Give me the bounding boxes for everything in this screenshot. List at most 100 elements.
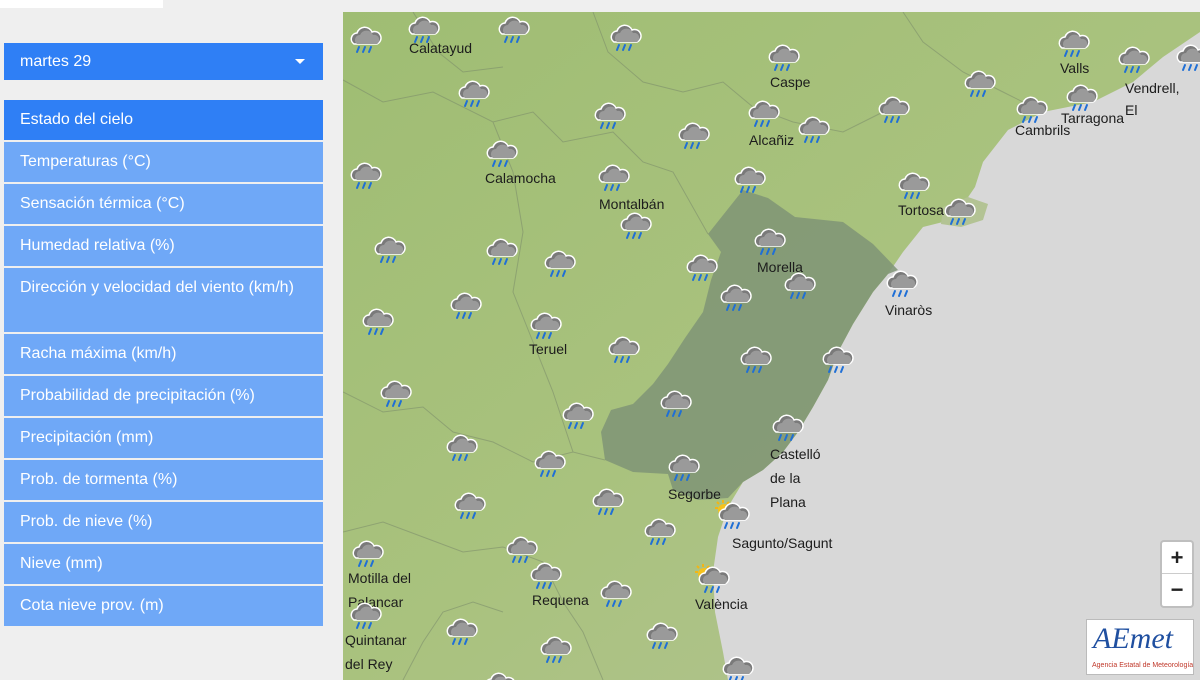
place-quintanar-2: del Rey	[345, 656, 393, 672]
cloud-rain-icon[interactable]	[717, 652, 757, 680]
cloud-rain-icon[interactable]	[603, 332, 643, 364]
cloud-rain-icon[interactable]	[673, 118, 713, 150]
logo-text: AEmet	[1093, 622, 1173, 655]
cloud-rain-icon[interactable]	[1011, 92, 1051, 124]
cloud-rain-icon[interactable]	[525, 308, 565, 340]
menu-item-humedad[interactable]: Humedad relativa (%)	[4, 226, 323, 266]
cloud-rain-icon[interactable]	[959, 66, 999, 98]
top-strip	[0, 0, 163, 8]
cloud-rain-icon[interactable]	[535, 632, 575, 664]
weather-map[interactable]: Calatayud Caspe Valls Vendrell, El Tarra…	[343, 12, 1200, 680]
cloud-rain-icon[interactable]	[681, 250, 721, 282]
cloud-rain-icon[interactable]	[639, 514, 679, 546]
place-vendrell: Vendrell,	[1125, 80, 1180, 96]
cloud-rain-icon[interactable]	[529, 446, 569, 478]
place-alcaniz: Alcañiz	[749, 132, 795, 148]
place-motilla-1: Motilla del	[348, 570, 412, 586]
cloud-rain-icon[interactable]	[525, 558, 565, 590]
chevron-down-icon	[295, 59, 305, 64]
menu-item-prob-precipitacion[interactable]: Probabilidad de precipitación (%)	[4, 376, 323, 416]
cloud-rain-icon[interactable]	[749, 224, 789, 256]
cloud-rain-icon[interactable]	[539, 246, 579, 278]
cloud-rain-icon[interactable]	[881, 266, 921, 298]
cloud-rain-icon[interactable]	[481, 136, 521, 168]
zoom-in-button[interactable]: +	[1162, 542, 1192, 574]
place-quintanar-1: Quintanar	[345, 632, 407, 648]
cloud-rain-icon[interactable]	[481, 234, 521, 266]
menu-item-cota-nieve[interactable]: Cota nieve prov. (m)	[4, 586, 323, 626]
sun-cloud-rain-icon[interactable]	[713, 498, 753, 530]
cloud-rain-icon[interactable]	[1061, 80, 1101, 112]
logo-subtitle: Agencia Estatal de Meteorología	[1092, 662, 1194, 669]
place-teruel: Teruel	[529, 341, 568, 357]
cloud-rain-icon[interactable]	[615, 208, 655, 240]
menu-item-temperaturas[interactable]: Temperaturas (°C)	[4, 142, 323, 182]
date-select-label: martes 29	[20, 52, 92, 70]
cloud-rain-icon[interactable]	[479, 668, 519, 680]
menu-item-prob-nieve[interactable]: Prob. de nieve (%)	[4, 502, 323, 542]
aemet-logo[interactable]: AEmet Agencia Estatal de Meteorología	[1086, 619, 1194, 675]
menu-item-precipitacion[interactable]: Precipitación (mm)	[4, 418, 323, 458]
place-valls: Valls	[1060, 60, 1090, 76]
cloud-rain-icon[interactable]	[767, 410, 807, 442]
cloud-rain-icon[interactable]	[347, 536, 387, 568]
place-castello-1: Castelló	[770, 446, 821, 462]
menu-item-prob-tormenta[interactable]: Prob. de tormenta (%)	[4, 460, 323, 500]
sun-cloud-rain-icon[interactable]	[693, 562, 733, 594]
cloud-rain-icon[interactable]	[715, 280, 755, 312]
cloud-rain-icon[interactable]	[779, 268, 819, 300]
cloud-rain-icon[interactable]	[735, 342, 775, 374]
cloud-rain-icon[interactable]	[441, 614, 481, 646]
cloud-rain-icon[interactable]	[345, 158, 385, 190]
cloud-rain-icon[interactable]	[441, 430, 481, 462]
menu-item-sensacion-termica[interactable]: Sensación térmica (°C)	[4, 184, 323, 224]
place-vinaros: Vinaròs	[885, 302, 933, 318]
cloud-rain-icon[interactable]	[641, 618, 681, 650]
date-select[interactable]: martes 29	[4, 43, 323, 80]
cloud-rain-icon[interactable]	[729, 162, 769, 194]
cloud-rain-icon[interactable]	[1113, 42, 1153, 74]
cloud-rain-icon[interactable]	[453, 76, 493, 108]
cloud-rain-icon[interactable]	[655, 386, 695, 418]
cloud-rain-icon[interactable]	[445, 288, 485, 320]
place-requena: Requena	[532, 592, 589, 608]
zoom-out-button[interactable]: −	[1162, 574, 1192, 606]
place-valencia: València	[695, 596, 748, 612]
place-calamocha: Calamocha	[485, 170, 556, 186]
place-castello-2: de la	[770, 470, 801, 486]
cloud-rain-icon[interactable]	[345, 22, 385, 54]
cloud-rain-icon[interactable]	[345, 598, 385, 630]
cloud-rain-icon[interactable]	[763, 40, 803, 72]
zoom-control: + −	[1160, 540, 1194, 608]
cloud-rain-icon[interactable]	[939, 194, 979, 226]
cloud-rain-icon[interactable]	[557, 398, 597, 430]
cloud-rain-icon[interactable]	[493, 12, 533, 44]
cloud-rain-icon[interactable]	[449, 488, 489, 520]
menu-item-racha[interactable]: Racha máxima (km/h)	[4, 334, 323, 374]
place-caspe: Caspe	[770, 74, 811, 90]
cloud-rain-icon[interactable]	[893, 168, 933, 200]
cloud-rain-icon[interactable]	[1053, 26, 1093, 58]
menu-item-viento[interactable]: Dirección y velocidad del viento (km/h)	[4, 268, 323, 332]
cloud-rain-icon[interactable]	[605, 20, 645, 52]
place-el: El	[1125, 102, 1138, 118]
cloud-rain-icon[interactable]	[793, 112, 833, 144]
variable-menu: Estado del cielo Temperaturas (°C) Sensa…	[4, 100, 323, 628]
menu-item-nieve[interactable]: Nieve (mm)	[4, 544, 323, 584]
place-castello-3: Plana	[770, 494, 806, 510]
cloud-rain-icon[interactable]	[587, 484, 627, 516]
cloud-rain-icon[interactable]	[743, 96, 783, 128]
cloud-rain-icon[interactable]	[589, 98, 629, 130]
cloud-rain-icon[interactable]	[369, 232, 409, 264]
place-sagunto: Sagunto/Sagunt	[732, 535, 833, 551]
cloud-rain-icon[interactable]	[1171, 40, 1200, 72]
cloud-rain-icon[interactable]	[663, 450, 703, 482]
cloud-rain-icon[interactable]	[595, 576, 635, 608]
cloud-rain-icon[interactable]	[593, 160, 633, 192]
menu-item-estado-cielo[interactable]: Estado del cielo	[4, 100, 323, 140]
cloud-rain-icon[interactable]	[873, 92, 913, 124]
cloud-rain-icon[interactable]	[357, 304, 397, 336]
cloud-rain-icon[interactable]	[403, 12, 443, 44]
cloud-rain-icon[interactable]	[375, 376, 415, 408]
cloud-rain-icon[interactable]	[817, 342, 857, 374]
